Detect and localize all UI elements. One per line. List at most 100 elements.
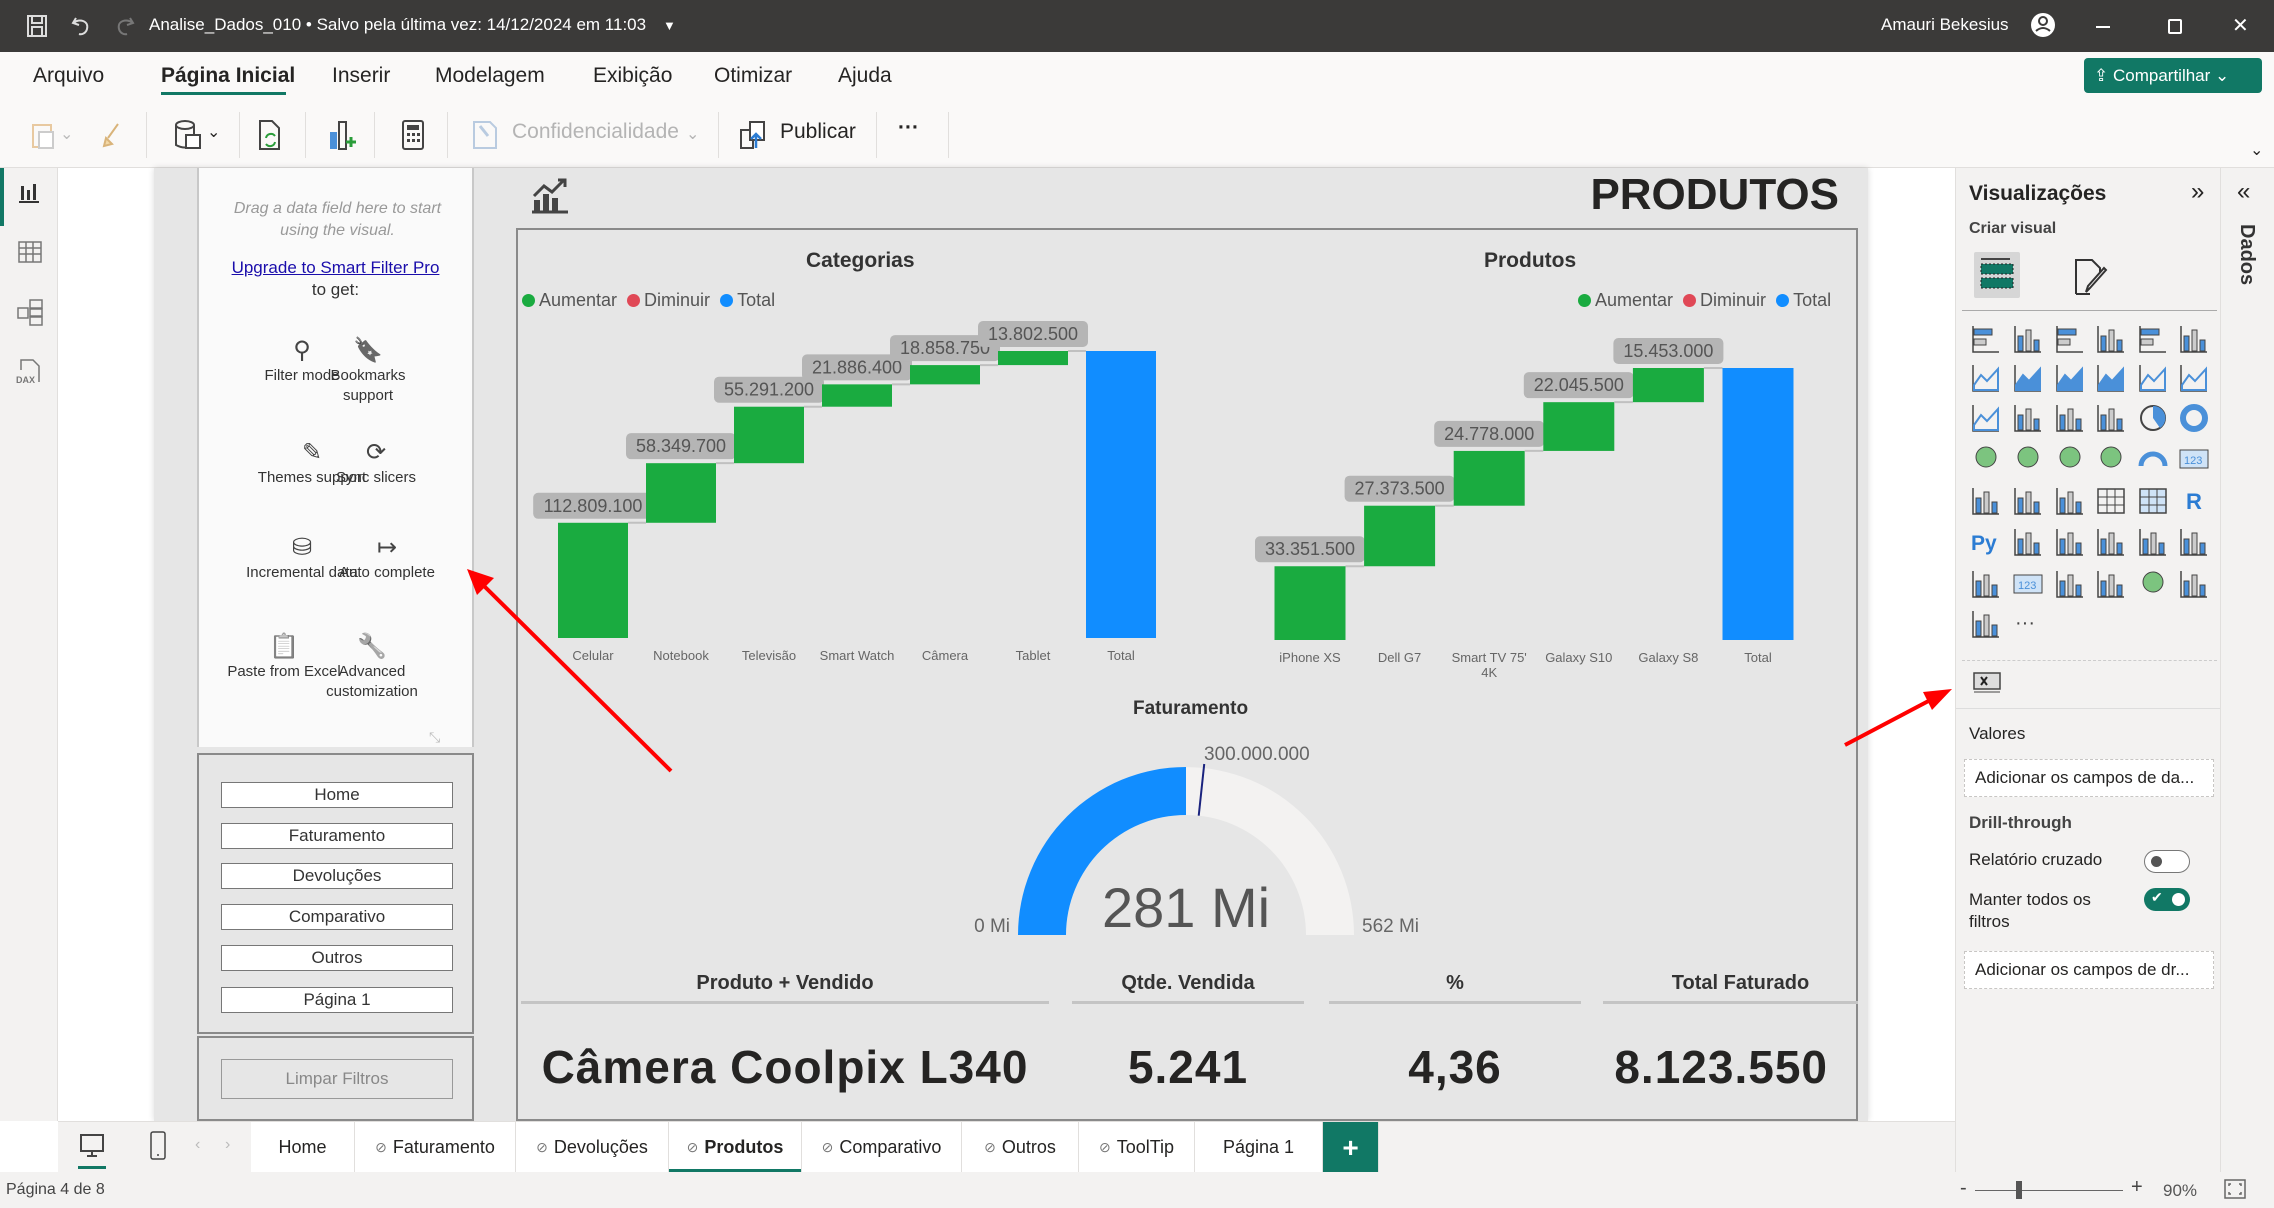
tab-faturamento[interactable]: ⊘ Faturamento bbox=[355, 1122, 516, 1173]
card-new-icon[interactable]: 123 bbox=[2011, 567, 2045, 601]
scroll-left-icon[interactable]: ‹ bbox=[195, 1136, 200, 1154]
dax-query-view-icon[interactable]: DAX bbox=[15, 356, 43, 386]
r-script-icon[interactable]: R bbox=[2177, 484, 2211, 518]
card-icon[interactable]: 123 bbox=[2177, 442, 2211, 476]
menu-otimizar[interactable]: Otimizar bbox=[714, 64, 792, 88]
new-visual-icon[interactable] bbox=[326, 118, 356, 152]
fit-to-page-icon[interactable] bbox=[2223, 1178, 2247, 1200]
multi-row-card-icon[interactable] bbox=[1969, 484, 2003, 518]
legend-decrease[interactable]: Diminuir bbox=[644, 290, 710, 311]
legend-total[interactable]: Total bbox=[1793, 290, 1831, 311]
more-icon[interactable]: ··· bbox=[2011, 607, 2045, 641]
pie-icon[interactable] bbox=[2136, 401, 2170, 435]
resize-grip-icon[interactable]: ⤡ bbox=[429, 729, 440, 746]
collapse-pane-icon[interactable]: » bbox=[2191, 178, 2204, 206]
expand-data-pane-icon[interactable]: « bbox=[2237, 178, 2250, 206]
zoom-level[interactable]: 90% bbox=[2163, 1181, 2197, 1201]
smart-narrative-icon[interactable] bbox=[2136, 525, 2170, 559]
matrix-icon[interactable] bbox=[2136, 484, 2170, 518]
more-options-button[interactable]: ··· bbox=[898, 116, 919, 140]
nav-button-home[interactable]: Home bbox=[221, 782, 453, 808]
model-view-icon[interactable] bbox=[16, 298, 44, 326]
power-automate-icon[interactable] bbox=[1969, 607, 2003, 641]
funnel-icon[interactable] bbox=[2053, 401, 2087, 435]
data-pane-label[interactable]: Dados bbox=[2235, 224, 2258, 285]
keep-filters-toggle[interactable]: ✔ bbox=[2144, 888, 2190, 911]
area-icon[interactable] bbox=[2011, 361, 2045, 395]
gauge-icon[interactable] bbox=[2136, 442, 2170, 476]
menu-arquivo[interactable]: Arquivo bbox=[33, 64, 104, 88]
maximize-icon[interactable] bbox=[2168, 19, 2182, 34]
100-stacked-area-icon[interactable] bbox=[2094, 361, 2128, 395]
menu-inserir[interactable]: Inserir bbox=[332, 64, 390, 88]
nav-button-comparativo[interactable]: Comparativo bbox=[221, 904, 453, 930]
tab-p-gina-1[interactable]: Página 1 bbox=[1195, 1122, 1323, 1173]
ribbon-icon[interactable] bbox=[1969, 401, 2003, 435]
zoom-out-button[interactable]: - bbox=[1960, 1177, 1967, 1200]
100-stacked-column-icon[interactable] bbox=[2177, 322, 2211, 356]
add-page-button[interactable]: + bbox=[1323, 1122, 1379, 1173]
save-icon[interactable] bbox=[26, 14, 48, 38]
legend-decrease[interactable]: Diminuir bbox=[1700, 290, 1766, 311]
table-icon[interactable] bbox=[2094, 484, 2128, 518]
zoom-slider[interactable] bbox=[1975, 1190, 2123, 1191]
build-visual-tab[interactable] bbox=[1974, 252, 2020, 298]
smart-filter-visual[interactable]: Drag a data field here to start using th… bbox=[197, 168, 474, 747]
stacked-column-icon[interactable] bbox=[2011, 322, 2045, 356]
waterfall-icon[interactable] bbox=[2011, 401, 2045, 435]
tab-tooltip[interactable]: ⊘ ToolTip bbox=[1079, 1122, 1195, 1173]
nav-button-faturamento[interactable]: Faturamento bbox=[221, 823, 453, 849]
stacked-area-icon[interactable] bbox=[2053, 361, 2087, 395]
qa-icon[interactable] bbox=[2094, 525, 2128, 559]
key-influencers-icon[interactable] bbox=[2011, 525, 2045, 559]
line-stacked-column-icon[interactable] bbox=[2136, 361, 2170, 395]
report-view-icon[interactable] bbox=[17, 180, 41, 204]
undo-icon[interactable] bbox=[70, 14, 92, 38]
nav-button-outros[interactable]: Outros bbox=[221, 945, 453, 971]
text-slicer-icon[interactable] bbox=[2094, 567, 2128, 601]
get-data-icon[interactable] bbox=[173, 118, 205, 152]
decomposition-tree-icon[interactable] bbox=[2053, 525, 2087, 559]
menu-pagina-inicial[interactable]: Página Inicial bbox=[161, 64, 295, 88]
publish-icon[interactable] bbox=[738, 118, 770, 152]
nav-button-pagina-1[interactable]: Página 1 bbox=[221, 987, 453, 1013]
nav-button-devolucoes[interactable]: Devoluções bbox=[221, 863, 453, 889]
zoom-slider-thumb[interactable] bbox=[2015, 1181, 2022, 1199]
minimize-icon[interactable] bbox=[2096, 26, 2110, 28]
drillthrough-drop-field[interactable]: Adicionar os campos de dr... bbox=[1964, 951, 2214, 989]
cross-report-toggle[interactable] bbox=[2144, 850, 2190, 873]
azure-map-icon[interactable] bbox=[2094, 442, 2128, 476]
refresh-icon[interactable] bbox=[256, 118, 286, 152]
stacked-bar-icon[interactable] bbox=[1969, 322, 2003, 356]
format-visual-icon[interactable] bbox=[2072, 256, 2112, 298]
calculator-icon[interactable] bbox=[400, 118, 426, 152]
donut-icon[interactable] bbox=[2177, 401, 2211, 435]
zoom-in-button[interactable]: + bbox=[2131, 1176, 2143, 1199]
tab-comparativo[interactable]: ⊘ Comparativo bbox=[802, 1122, 962, 1173]
table-view-icon[interactable] bbox=[17, 240, 43, 264]
legend-increase[interactable]: Aumentar bbox=[1595, 290, 1673, 311]
clustered-column-icon[interactable] bbox=[2094, 322, 2128, 356]
scroll-right-icon[interactable]: › bbox=[225, 1136, 230, 1154]
upgrade-link[interactable]: Upgrade to Smart Filter Pro bbox=[199, 258, 472, 278]
power-apps-icon[interactable] bbox=[2177, 567, 2211, 601]
tab-produtos[interactable]: ⊘ Produtos bbox=[669, 1122, 802, 1173]
tab-outros[interactable]: ⊘ Outros bbox=[962, 1122, 1079, 1173]
close-icon[interactable]: ✕ bbox=[2232, 13, 2249, 38]
filled-map-icon[interactable] bbox=[2053, 442, 2087, 476]
line-icon[interactable] bbox=[1969, 361, 2003, 395]
avatar-icon[interactable] bbox=[2029, 11, 2057, 39]
metrics-icon[interactable] bbox=[2177, 525, 2211, 559]
menu-modelagem[interactable]: Modelagem bbox=[435, 64, 545, 88]
clustered-bar-icon[interactable] bbox=[2053, 322, 2087, 356]
treemap-icon[interactable] bbox=[1969, 442, 2003, 476]
scatter-icon[interactable] bbox=[2094, 401, 2128, 435]
arcgis-map-icon[interactable] bbox=[2136, 567, 2170, 601]
line-clustered-column-icon[interactable] bbox=[2177, 361, 2211, 395]
button-slicer-icon[interactable] bbox=[2053, 567, 2087, 601]
get-data-chevron-icon[interactable]: ⌄ bbox=[207, 122, 220, 142]
tab-devolu-es[interactable]: ⊘ Devoluções bbox=[516, 1122, 669, 1173]
python-icon[interactable]: Py bbox=[1969, 525, 2003, 559]
map-icon[interactable] bbox=[2011, 442, 2045, 476]
data-pane-collapsed[interactable]: « Dados bbox=[2220, 168, 2274, 1172]
